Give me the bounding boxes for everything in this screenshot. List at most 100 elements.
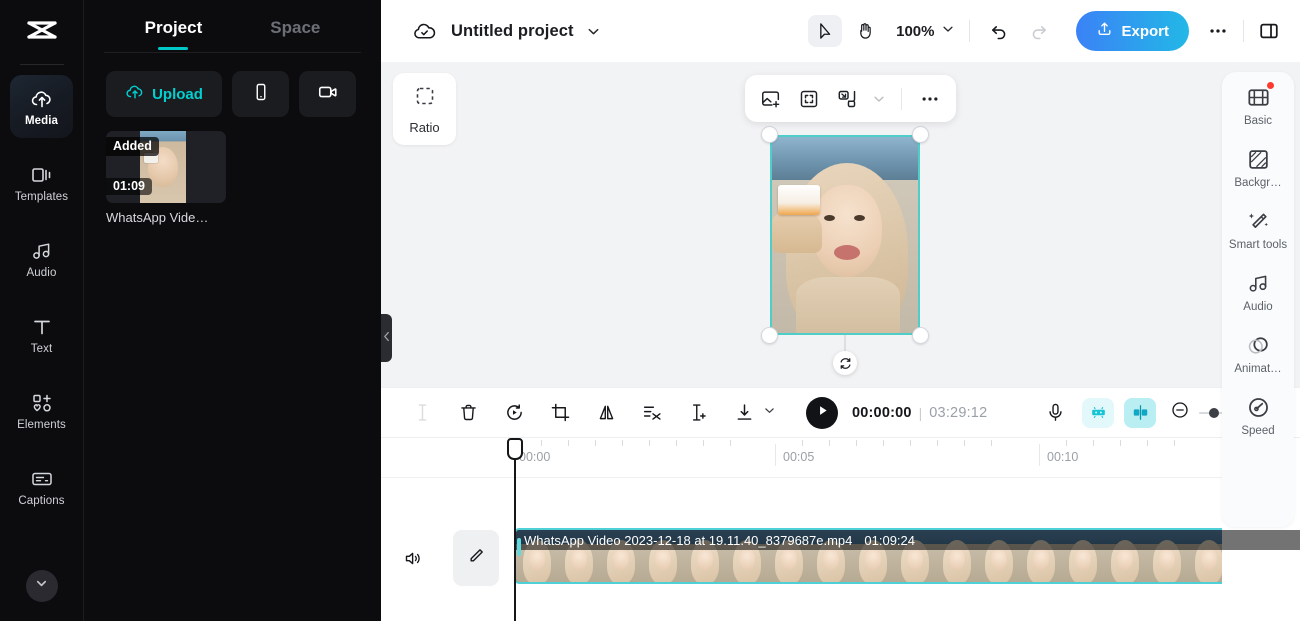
download-button[interactable] xyxy=(727,398,776,428)
capcut-logo-icon[interactable] xyxy=(21,14,63,56)
picture-in-picture-icon[interactable] xyxy=(833,85,861,113)
edit-track-button[interactable] xyxy=(453,530,499,586)
speaker-icon[interactable] xyxy=(401,546,425,570)
record-video-button[interactable] xyxy=(299,71,356,117)
fit-to-frame-icon[interactable] xyxy=(795,85,823,113)
split-panel-icon[interactable] xyxy=(1252,14,1286,48)
cloud-check-icon[interactable] xyxy=(411,18,437,44)
play-button[interactable] xyxy=(806,396,838,429)
timeline-clip[interactable]: WhatsApp Video 2023-12-18 at 19.11.40_83… xyxy=(514,528,1300,584)
chevron-down-icon xyxy=(763,404,776,422)
preview-subject-body xyxy=(796,277,900,333)
ellipsis-icon[interactable] xyxy=(1201,14,1235,48)
dock-item-label: Basic xyxy=(1243,115,1273,127)
undo-icon[interactable] xyxy=(984,16,1014,46)
magic-wand-icon xyxy=(1245,208,1271,234)
preview-selection[interactable] xyxy=(761,126,929,375)
media-item-name: WhatsApp Vide… xyxy=(106,210,209,225)
clip-duration: 01:09:24 xyxy=(864,532,915,548)
cut-scissors-icon[interactable] xyxy=(635,398,669,428)
top-toolbar: Untitled project 100% Export xyxy=(381,0,1300,62)
panel-action-buttons: Upload xyxy=(84,53,381,117)
sidebar-item-captions[interactable]: Captions xyxy=(10,455,73,518)
clip-title: WhatsApp Video 2023-12-18 at 19.11.40_83… xyxy=(524,532,853,548)
dock-item-smart-tools[interactable]: Smart tools xyxy=(1225,208,1291,252)
ratio-button[interactable]: Ratio xyxy=(393,73,456,145)
resize-handle-top-right[interactable] xyxy=(912,126,929,143)
panel-collapse-button[interactable] xyxy=(381,314,392,362)
dock-item-basic[interactable]: Basic xyxy=(1225,82,1291,128)
trash-icon[interactable] xyxy=(451,398,485,428)
import-from-phone-button[interactable] xyxy=(232,71,289,117)
chevron-down-icon[interactable] xyxy=(586,24,601,39)
pencil-icon xyxy=(466,546,486,571)
auto-captions-icon[interactable] xyxy=(1082,397,1114,428)
elements-icon xyxy=(30,391,54,415)
sidebar-item-templates[interactable]: Templates xyxy=(10,151,73,214)
resize-handle-bottom-right[interactable] xyxy=(912,327,929,344)
filmstrip-icon xyxy=(1245,82,1274,110)
sidebar-item-label: Audio xyxy=(26,266,57,279)
chevron-down-icon xyxy=(34,576,49,596)
split-audio-icon[interactable] xyxy=(1124,397,1156,428)
preview-stage: Ratio xyxy=(381,62,1300,387)
rotate-icon[interactable] xyxy=(833,351,857,375)
hand-icon[interactable] xyxy=(848,15,882,47)
dock-item-animation[interactable]: Animat… xyxy=(1225,332,1291,376)
microphone-icon[interactable] xyxy=(1038,398,1072,428)
rail-divider xyxy=(19,64,64,65)
templates-icon xyxy=(30,163,54,187)
preview-float-toolbar xyxy=(745,75,956,122)
dock-item-background[interactable]: Backgr… xyxy=(1225,146,1291,190)
video-camera-icon xyxy=(317,81,339,108)
crop-icon[interactable] xyxy=(543,398,577,428)
ruler-label: 00:00 xyxy=(519,450,551,464)
sidebar-item-text[interactable]: Text xyxy=(10,303,73,366)
zoom-level-selector[interactable]: 100% xyxy=(896,22,955,41)
toolbar-divider xyxy=(901,87,902,110)
sidebar-item-elements[interactable]: Elements xyxy=(10,379,73,442)
sidebar-item-media[interactable]: Media xyxy=(10,75,73,138)
dock-item-speed[interactable]: Speed xyxy=(1225,394,1291,438)
left-nav-rail: Media Templates Audio Text Elements Capt… xyxy=(0,0,83,621)
toolbar-divider xyxy=(969,20,971,42)
ruler-label: 00:10 xyxy=(1047,450,1079,464)
playhead[interactable] xyxy=(507,438,523,621)
resize-handle-bottom-left[interactable] xyxy=(761,327,778,344)
sidebar-item-label: Templates xyxy=(14,190,69,203)
clip-trim-handle-left[interactable] xyxy=(517,538,521,556)
preview-subject-hand xyxy=(772,213,822,253)
sidebar-item-audio[interactable]: Audio xyxy=(10,227,73,290)
chevron-down-icon[interactable] xyxy=(871,85,887,113)
upload-label: Upload xyxy=(152,85,203,103)
add-image-icon[interactable] xyxy=(757,85,785,113)
download-icon xyxy=(727,398,761,428)
phone-icon xyxy=(251,82,271,107)
preview-product-box xyxy=(778,185,820,215)
tab-space[interactable]: Space xyxy=(270,18,320,50)
resize-handle-top-left[interactable] xyxy=(761,126,778,143)
reverse-icon[interactable] xyxy=(497,398,531,428)
cloud-upload-icon xyxy=(125,82,145,107)
upload-button[interactable]: Upload xyxy=(106,71,222,117)
rail-expand-more-button[interactable] xyxy=(25,570,58,602)
media-item[interactable]: Added 01:09 WhatsApp Vide… xyxy=(106,131,226,225)
cursor-arrow-icon[interactable] xyxy=(808,15,843,47)
toolbar-divider xyxy=(1243,20,1244,42)
minus-circle-icon[interactable] xyxy=(1170,400,1190,425)
sidebar-item-label: Media xyxy=(24,114,59,127)
dock-item-audio[interactable]: Audio xyxy=(1225,270,1291,314)
timeline[interactable]: 00:00 00:05 00:10 WhatsApp Video 2023-12… xyxy=(381,437,1300,621)
playhead-handle[interactable] xyxy=(507,438,523,460)
ellipsis-icon[interactable] xyxy=(916,85,944,113)
dock-item-label: Audio xyxy=(1243,301,1273,313)
mirror-icon[interactable] xyxy=(589,398,623,428)
video-preview[interactable] xyxy=(770,135,920,335)
freeze-frame-icon[interactable] xyxy=(681,398,715,428)
tab-project[interactable]: Project xyxy=(145,18,203,50)
media-thumbnail[interactable]: Added 01:09 xyxy=(106,131,226,203)
export-button[interactable]: Export xyxy=(1076,11,1189,51)
zoom-slider-knob[interactable] xyxy=(1209,407,1219,418)
track-controls xyxy=(381,482,514,602)
dock-item-label: Backgr… xyxy=(1234,177,1282,189)
